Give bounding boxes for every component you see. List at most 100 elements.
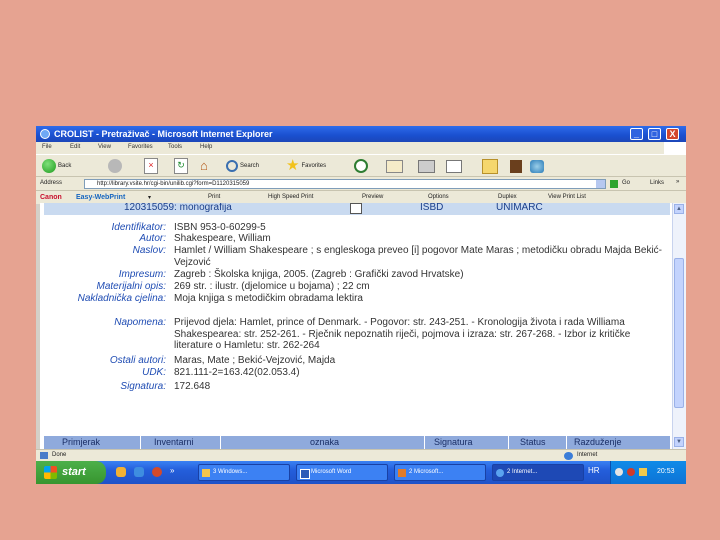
folder-icon [202, 469, 210, 477]
record-id: 120315059: monografija [124, 203, 232, 213]
ie-task-icon [496, 469, 504, 477]
tray-antivirus-icon[interactable] [627, 468, 635, 476]
taskbar-item-word[interactable]: Microsoft Word [296, 464, 388, 481]
start-label: start [62, 466, 86, 478]
stop-icon: × [144, 158, 158, 174]
address-dropdown-icon[interactable] [596, 180, 605, 188]
unimarc-link[interactable]: UNIMARC [496, 203, 543, 213]
task-label: Microsoft Word [311, 469, 352, 475]
quicklaunch-media-icon[interactable] [152, 467, 162, 477]
field-value: Prijevod djela: Hamlet, prince of Denmar… [174, 317, 631, 351]
field-label: Naslov: [132, 245, 166, 256]
address-url: http://library.vsite.hr/cgi-bin/unilib.c… [97, 181, 250, 187]
scroll-thumb[interactable] [674, 258, 684, 408]
menu-file[interactable]: File [42, 144, 52, 150]
menu-edit[interactable]: Edit [70, 144, 80, 150]
history-button[interactable] [354, 158, 368, 174]
messenger-icon [530, 159, 544, 173]
menu-favorites[interactable]: Favorites [128, 144, 153, 150]
edit-button[interactable] [446, 158, 462, 174]
menu-view[interactable]: View [98, 144, 111, 150]
menu-tools[interactable]: Tools [168, 144, 182, 150]
search-label: Search [240, 163, 260, 169]
favorites-button[interactable]: ★ Favorites [286, 158, 326, 174]
field-label: Signatura: [120, 381, 166, 392]
links-chevron-icon[interactable]: » [676, 179, 679, 185]
canon-print-button[interactable]: Print [208, 194, 220, 200]
word-icon [300, 469, 310, 479]
task-label: 2 Internet... [507, 469, 538, 475]
quicklaunch-expand-icon[interactable]: » [170, 466, 174, 475]
print-button[interactable] [418, 158, 435, 174]
refresh-button[interactable]: ↻ [174, 158, 188, 174]
tray-icon-3[interactable] [639, 468, 647, 476]
language-indicator[interactable]: HR [588, 466, 600, 475]
field-value: Moja knjiga s metodičkim obradama lektir… [174, 293, 363, 304]
record-header: 120315059: monografija ISBD UNIMARC [44, 203, 670, 215]
record-icon[interactable] [350, 203, 362, 214]
taskbar-item-internet[interactable]: 2 Internet... [492, 464, 584, 481]
back-button[interactable]: Back [42, 158, 71, 174]
page-content: 120315059: monografija ISBD UNIMARC Iden… [40, 203, 672, 449]
home-button[interactable]: ⌂ [200, 158, 214, 174]
forward-button[interactable] [108, 158, 122, 174]
canon-preview-button[interactable]: Preview [362, 194, 383, 200]
field-label: Autor: [139, 233, 166, 244]
window-title: CROLIST - Pretraživač - Microsoft Intern… [54, 129, 273, 139]
stop-button[interactable]: × [144, 158, 158, 174]
links-button[interactable]: Links [650, 180, 664, 186]
research-button[interactable] [510, 158, 522, 174]
home-icon: ⌂ [200, 158, 208, 173]
col-primjerak: Primjerak [62, 437, 101, 447]
quicklaunch-ie-icon[interactable] [134, 467, 144, 477]
globe-icon [564, 452, 573, 460]
field-value: 269 str. : ilustr. (djelomice u bojama) … [174, 281, 370, 292]
folder-icon [482, 158, 498, 174]
go-button[interactable]: Go [622, 180, 630, 186]
discuss-button[interactable] [482, 158, 498, 174]
quicklaunch-explorer-icon[interactable] [116, 467, 126, 477]
close-button[interactable]: X [666, 128, 679, 140]
mail-button[interactable] [386, 158, 403, 174]
vertical-scrollbar[interactable]: ▲ ▼ [672, 203, 686, 449]
edit-page-icon [446, 159, 462, 173]
field-value: Shakespeare, William [174, 233, 271, 244]
field-label: Identifikator: [111, 222, 166, 233]
chevron-down-icon[interactable]: ▾ [148, 194, 151, 201]
scroll-up-icon[interactable]: ▲ [674, 204, 684, 214]
menu-help[interactable]: Help [200, 144, 212, 150]
col-inventarni: Inventarni [154, 437, 194, 447]
address-input[interactable]: http://library.vsite.hr/cgi-bin/unilib.c… [84, 179, 606, 189]
system-tray: 20:53 [610, 461, 686, 484]
taskbar-item-windows[interactable]: 3 Windows... [198, 464, 290, 481]
canon-view-print-list-button[interactable]: View Print List [548, 194, 586, 200]
windows-logo-icon [664, 142, 686, 154]
field-label: Ostali autori: [109, 355, 166, 366]
field-label: Impresum: [118, 269, 166, 280]
canon-high-speed-print-button[interactable]: High Speed Print [268, 194, 313, 200]
task-label: 2 Microsoft... [409, 469, 444, 475]
task-label: 3 Windows... [213, 469, 248, 475]
isbd-link[interactable]: ISBD [420, 203, 443, 213]
search-button[interactable]: Search [226, 158, 259, 174]
col-signatura: Signatura [434, 437, 473, 447]
easy-webprint-menu[interactable]: Easy-WebPrint [76, 194, 125, 201]
back-arrow-icon [42, 159, 56, 173]
favorites-label: Favorites [301, 163, 327, 169]
canon-duplex-button[interactable]: Duplex [498, 194, 517, 200]
minimize-button[interactable]: _ [630, 128, 643, 140]
canon-options-button[interactable]: Options [428, 194, 449, 200]
windows-flag-icon [44, 466, 57, 479]
window-titlebar[interactable]: CROLIST - Pretraživač - Microsoft Intern… [36, 126, 686, 142]
start-button[interactable]: start [36, 461, 106, 484]
toolbar: Back × ↻ ⌂ Search ★ Favorites [36, 154, 686, 177]
col-status: Status [520, 437, 546, 447]
scroll-down-icon[interactable]: ▼ [674, 437, 684, 447]
taskbar-item-microsoft[interactable]: 2 Microsoft... [394, 464, 486, 481]
messenger-button[interactable] [530, 158, 544, 174]
maximize-button[interactable]: □ [648, 128, 661, 140]
clock[interactable]: 20:53 [657, 468, 675, 475]
tray-icon-1[interactable] [615, 468, 623, 476]
desktop-screen: CROLIST - Pretraživač - Microsoft Intern… [36, 126, 686, 484]
canon-toolbar: Canon Easy-WebPrint ▾ Print High Speed P… [36, 190, 686, 204]
